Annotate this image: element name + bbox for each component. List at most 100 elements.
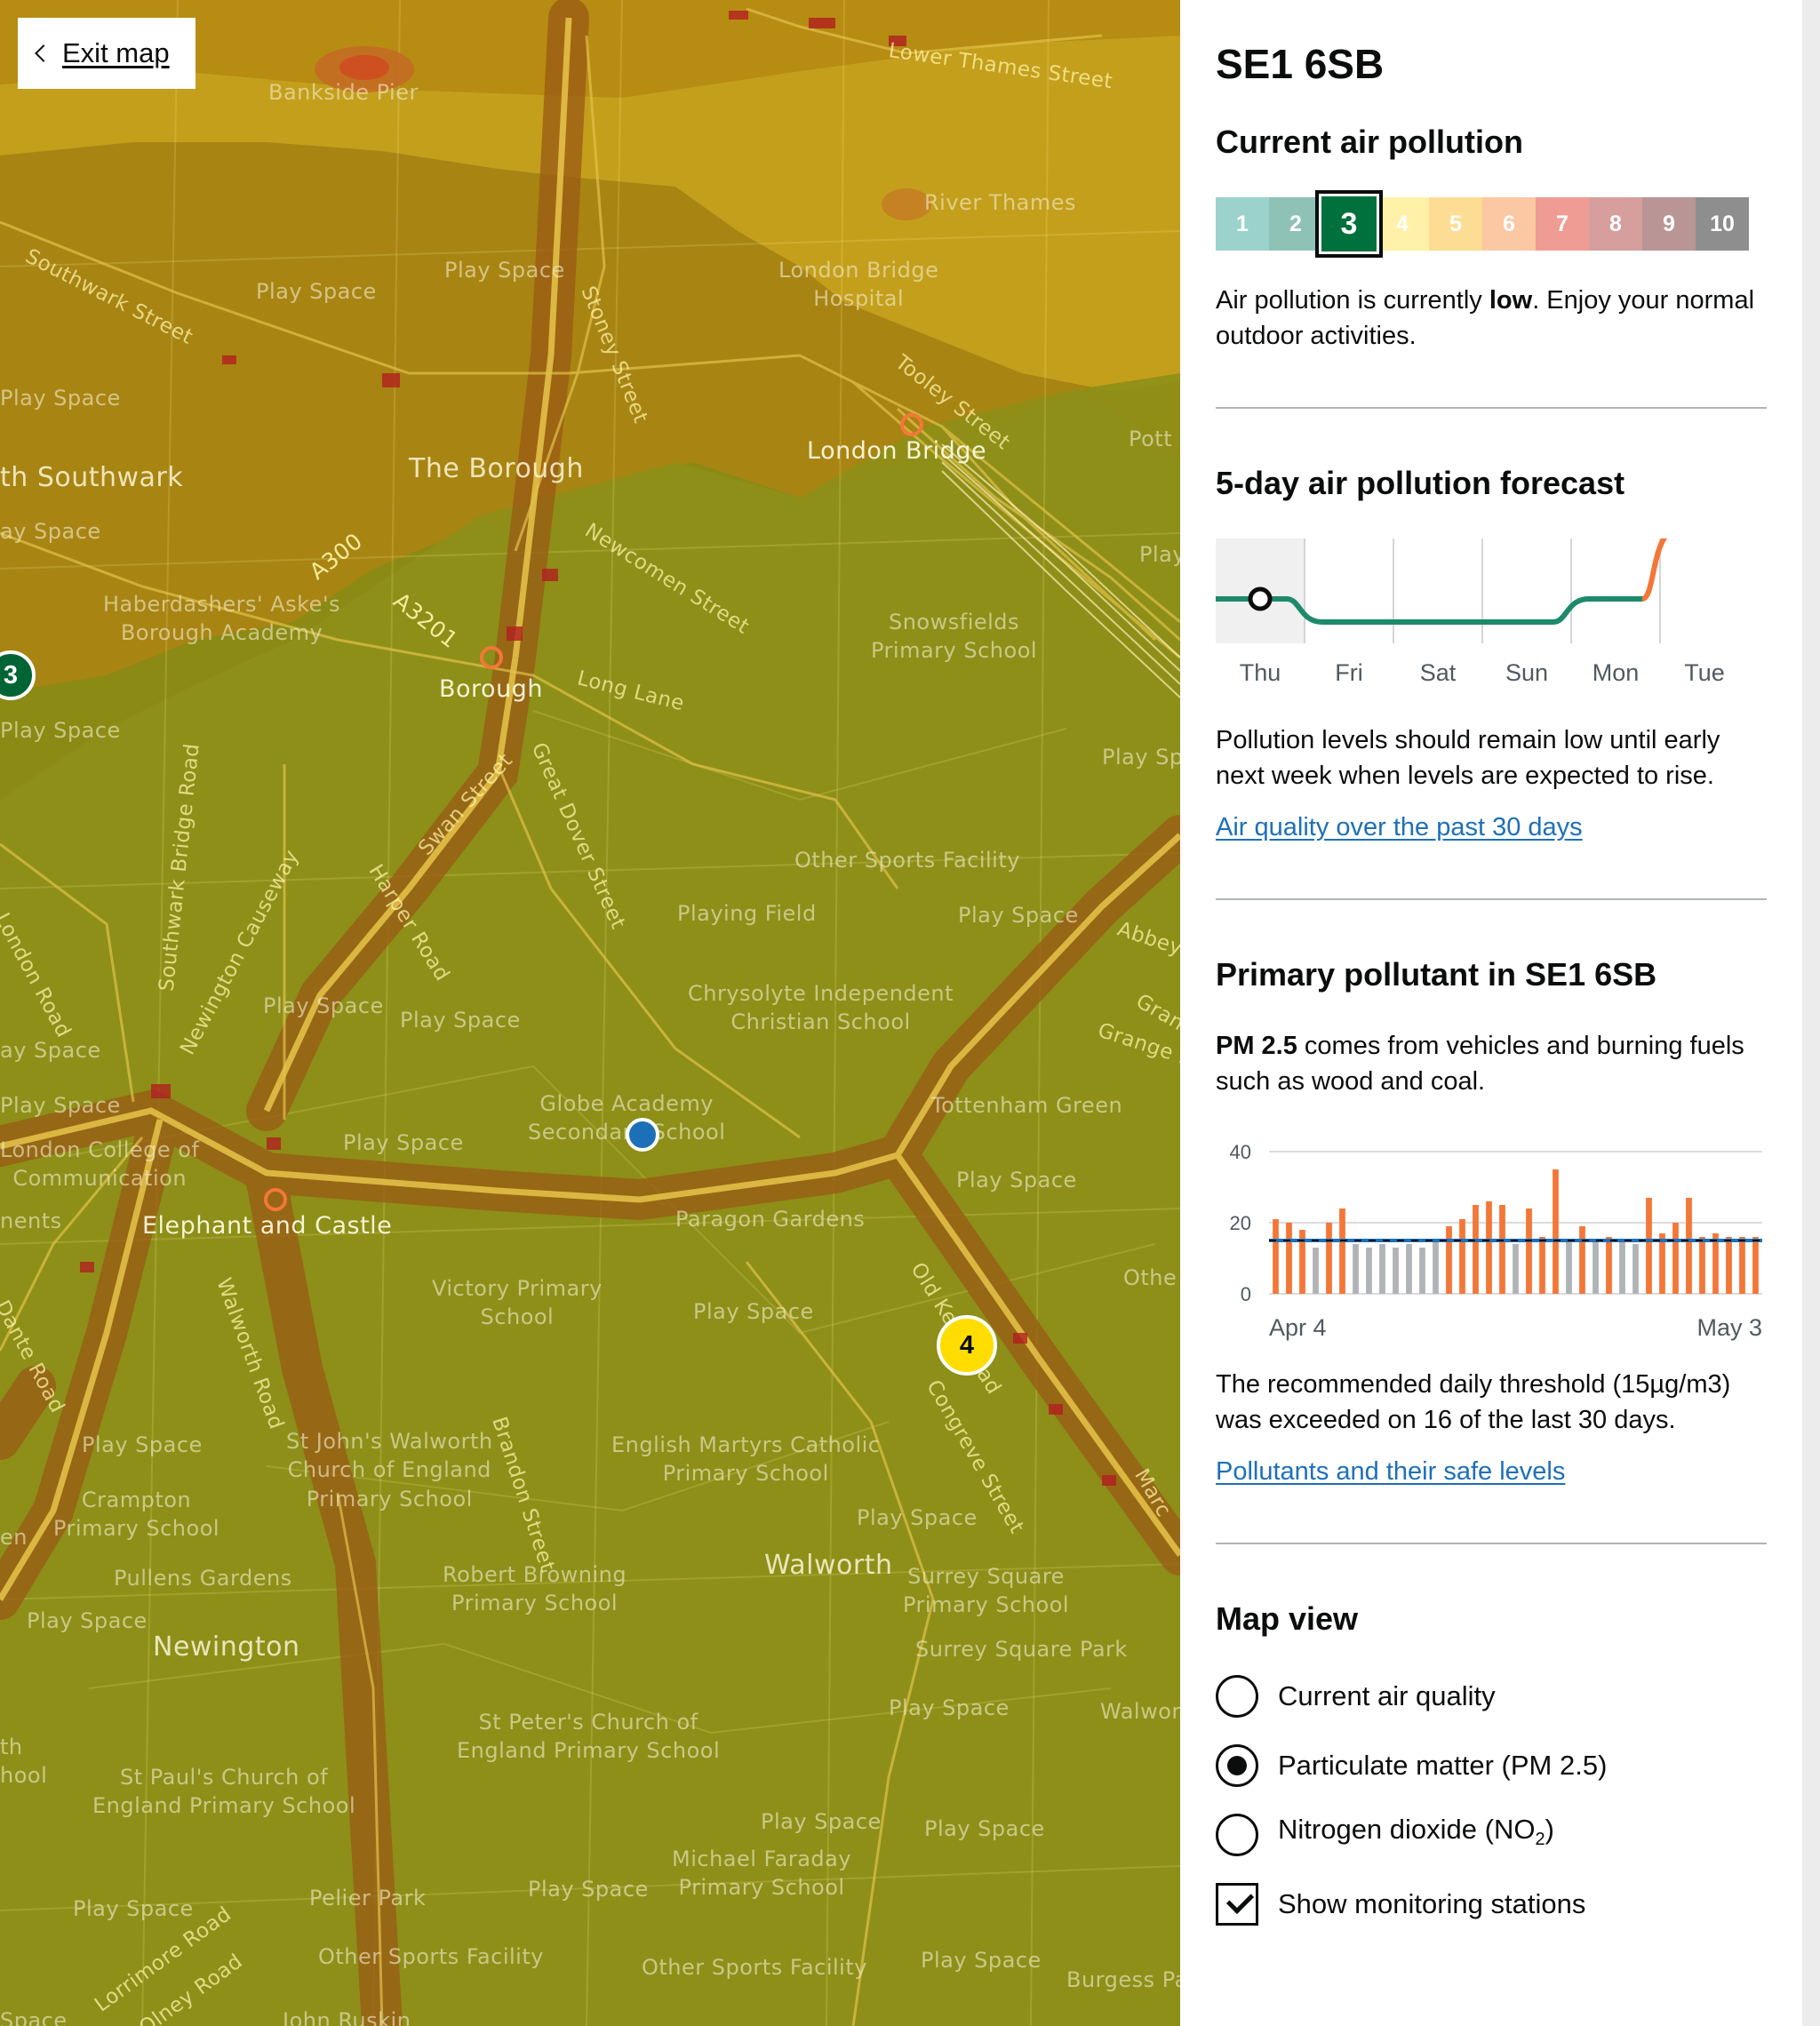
bar-chart-bar	[1339, 1208, 1345, 1294]
map-label: Tottenham Green	[931, 1093, 1123, 1118]
checkbox-monitoring-stations[interactable]: Show monitoring stations	[1216, 1878, 1767, 1930]
bar-chart-bar	[1526, 1208, 1532, 1294]
map-label: ay Space	[0, 519, 101, 544]
bar-chart-bar	[1353, 1244, 1359, 1294]
map-label: London Bridge Hospital	[778, 258, 939, 312]
map-label: Pott	[1129, 427, 1173, 451]
bar-chart-bar	[1646, 1198, 1652, 1294]
map-label: Play Space	[958, 903, 1079, 928]
map-label: Newington	[153, 1631, 300, 1663]
pollution-level-4: 4	[1376, 197, 1429, 251]
map-label: Space	[0, 2008, 68, 2026]
bar-chart-bar	[1393, 1248, 1399, 1294]
pm25-bar-chart: 0 20 40 Apr 4 May 3	[1230, 1141, 1762, 1341]
pollution-level-1: 1	[1216, 197, 1269, 251]
bar-chart-bar	[1366, 1248, 1372, 1294]
postcode-title: SE1 6SB	[1216, 41, 1385, 87]
divider	[1216, 898, 1767, 900]
forecast-day-label: Fri	[1335, 659, 1362, 686]
past-30-days-link[interactable]: Air quality over the past 30 days	[1216, 810, 1583, 845]
radio-button[interactable]	[1216, 1675, 1258, 1718]
map-label: Playing Field	[677, 901, 817, 926]
bar-chart-bar	[1672, 1223, 1679, 1294]
map-label: th hool	[0, 1735, 48, 1789]
bar-chart-bar	[1273, 1219, 1279, 1294]
forecast-line-rise	[1640, 527, 1749, 602]
map-label: Play Space	[921, 1948, 1042, 1973]
pollution-level-10: 10	[1696, 197, 1749, 251]
checkbox-label: Show monitoring stations	[1278, 1888, 1586, 1919]
radio-particulate-matter[interactable]: Particulate matter (PM 2.5)	[1216, 1740, 1767, 1791]
map-label: Play Space	[73, 1896, 194, 1921]
map-label: Play Space	[528, 1877, 649, 1902]
map-label: Chrysolyte Independent Christian School	[688, 981, 954, 1035]
forecast-day-label: Thu	[1240, 659, 1281, 686]
scrollbar[interactable]	[1802, 0, 1820, 2026]
map-label: ay Space	[0, 1038, 101, 1063]
map-label: Play Space	[857, 1505, 978, 1530]
map-label: Crampton Primary School	[53, 1488, 220, 1542]
bar-chart-bar	[1553, 1169, 1559, 1294]
divider	[1216, 1543, 1767, 1544]
forecast-day-label: Sun	[1505, 659, 1548, 686]
map-label: John Ruskin	[283, 2008, 411, 2026]
map-label: Burgess Pa	[1066, 1967, 1180, 1992]
forecast-day-label: Tue	[1684, 659, 1725, 686]
bar-chart-bar	[1726, 1237, 1732, 1294]
forecast-chart: Thu Fri Sat Sun Mon Tue	[1216, 527, 1749, 686]
map-label: Play	[1139, 542, 1180, 567]
map-label: St John's Walworth Church of England Pri…	[286, 1429, 493, 1512]
map-label: London College of Communication	[0, 1137, 200, 1192]
y-tick-label: 40	[1230, 1141, 1251, 1163]
bar-chart-bar	[1539, 1237, 1545, 1294]
bar-chart-bar	[1579, 1226, 1585, 1294]
map-label: English Martyrs Catholic Primary School	[611, 1432, 881, 1487]
radio-current-air-quality[interactable]: Current air quality	[1216, 1671, 1767, 1722]
map-label: Surrey Square Park	[915, 1637, 1128, 1662]
bar-chart-bar	[1313, 1248, 1319, 1294]
radio-button[interactable]	[1216, 1744, 1258, 1787]
pollution-level-6: 6	[1482, 197, 1536, 251]
forecast-current-point	[1248, 586, 1273, 611]
map-label: Play Space	[263, 993, 384, 1018]
map-label: Other Sports Facility	[794, 848, 1020, 873]
map-label: nents	[0, 1208, 62, 1233]
bar-chart-bar	[1446, 1226, 1452, 1294]
bar-chart-bar	[1459, 1219, 1465, 1294]
bar-chart-bar	[1752, 1237, 1759, 1294]
pollutants-safe-levels-link[interactable]: Pollutants and their safe levels	[1216, 1454, 1565, 1489]
map-label: Paragon Gardens	[675, 1207, 866, 1232]
map-label: Play Space	[400, 1008, 521, 1033]
forecast-day-label: Mon	[1592, 659, 1640, 686]
bar-chart-bar	[1513, 1244, 1519, 1294]
map-label: Play Sp	[1102, 745, 1180, 770]
checkbox[interactable]	[1216, 1883, 1258, 1926]
map-label: Play Space	[82, 1432, 203, 1457]
map-label: Play Space	[889, 1695, 1010, 1720]
radio-button[interactable]	[1216, 1814, 1258, 1856]
radio-nitrogen-dioxide[interactable]: Nitrogen dioxide (NO2)	[1216, 1809, 1767, 1861]
bar-chart-bar	[1699, 1237, 1705, 1294]
bar-chart-bar	[1566, 1240, 1572, 1294]
map-label: Pelier Park	[309, 1886, 427, 1910]
pollution-level-8: 8	[1589, 197, 1642, 251]
map-label: Play Space	[343, 1130, 464, 1155]
map-label: Pullens Gardens	[114, 1566, 292, 1591]
bar-chart-bar	[1473, 1205, 1479, 1294]
exit-map-button[interactable]: Exit map	[18, 18, 196, 89]
bar-chart-bar	[1406, 1244, 1412, 1294]
monitoring-station-marker[interactable]: 4	[937, 1315, 997, 1376]
map-label: Play Space	[924, 1816, 1045, 1841]
map-label: London Bridge	[807, 437, 987, 465]
map-label: Elephant and Castle	[142, 1212, 393, 1240]
pollution-level-3: 3	[1315, 190, 1383, 258]
map-label: Surrey Square Primary School	[903, 1564, 1070, 1618]
threshold-description: The recommended daily threshold (15µg/m3…	[1216, 1370, 1731, 1434]
map-label: Haberdashers' Aske's Borough Academy	[103, 592, 341, 646]
map-label: The Borough	[409, 453, 584, 484]
bar-chart-bar	[1326, 1223, 1332, 1294]
current-pollution-heading: Current air pollution	[1216, 124, 1523, 160]
pollution-level-2: 2	[1269, 197, 1322, 251]
map[interactable]: Bankside Pier Lower Thames Street River …	[0, 0, 1180, 2026]
map-label: en	[0, 1525, 28, 1550]
